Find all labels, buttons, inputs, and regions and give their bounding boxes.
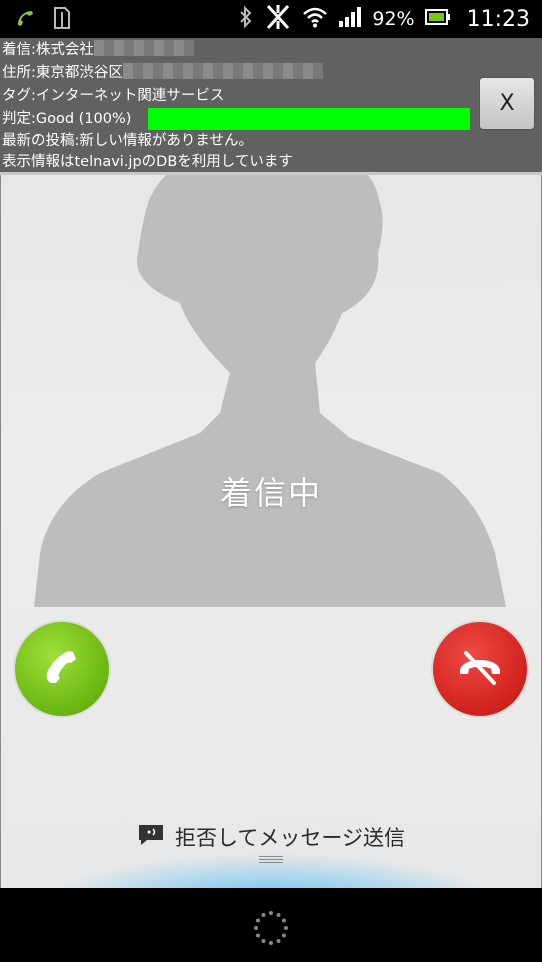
status-bar: 92% 11:23 <box>0 0 542 38</box>
sim-icon <box>52 6 72 34</box>
reject-message-label: 拒否してメッセージ送信 <box>175 826 405 850</box>
no-data-icon <box>264 4 292 34</box>
close-button[interactable]: X <box>479 77 535 130</box>
phone-icon <box>38 643 86 695</box>
caller-info-overlay: 着信:株式会社 住所:東京都渋谷区 タグ:インターネット関連サービス 判定:Go… <box>0 38 542 175</box>
caller-address-line: 住所:東京都渋谷区 <box>2 63 323 83</box>
contact-silhouette <box>30 168 510 607</box>
loading-spinner-icon[interactable] <box>251 908 291 948</box>
decline-button[interactable] <box>431 620 529 718</box>
data-source-note: 表示情報はtelnavi.jpのDBを利用しています <box>2 154 293 170</box>
message-bubble-icon <box>137 823 165 852</box>
caller-rating: 判定:Good (100%) <box>2 111 132 127</box>
bluetooth-icon <box>238 5 254 33</box>
rating-bar-fill <box>148 108 470 130</box>
latest-post: 最新の投稿:新しい情報がありません。 <box>2 133 253 149</box>
redacted-address <box>122 63 323 79</box>
call-status-text: 着信中 <box>219 474 322 512</box>
rating-bar <box>148 108 470 130</box>
signal-icon <box>338 6 362 32</box>
drag-handle[interactable] <box>259 856 283 865</box>
battery-percent: 92% <box>372 8 415 30</box>
answer-button[interactable] <box>13 620 111 718</box>
reject-with-message-button[interactable]: 拒否してメッセージ送信 <box>0 822 542 852</box>
caller-address: 住所:東京都渋谷区 <box>2 65 123 81</box>
battery-icon <box>424 9 451 29</box>
phone-hangup-icon <box>454 641 506 697</box>
wifi-icon <box>302 6 328 32</box>
redacted-name <box>93 40 194 56</box>
caller-name: 着信:株式会社 <box>2 42 94 58</box>
clock: 11:23 <box>466 6 530 32</box>
caller-tag: タグ:インターネット関連サービス <box>2 88 225 104</box>
caller-name-line: 着信:株式会社 <box>2 40 194 60</box>
missed-call-icon <box>14 7 36 33</box>
nav-bar <box>0 888 542 962</box>
incoming-call-screen: 着信中 拒否してメッセージ送信 着信:株式会社 住所:東京都渋谷区 タグ:インタ… <box>0 38 542 888</box>
